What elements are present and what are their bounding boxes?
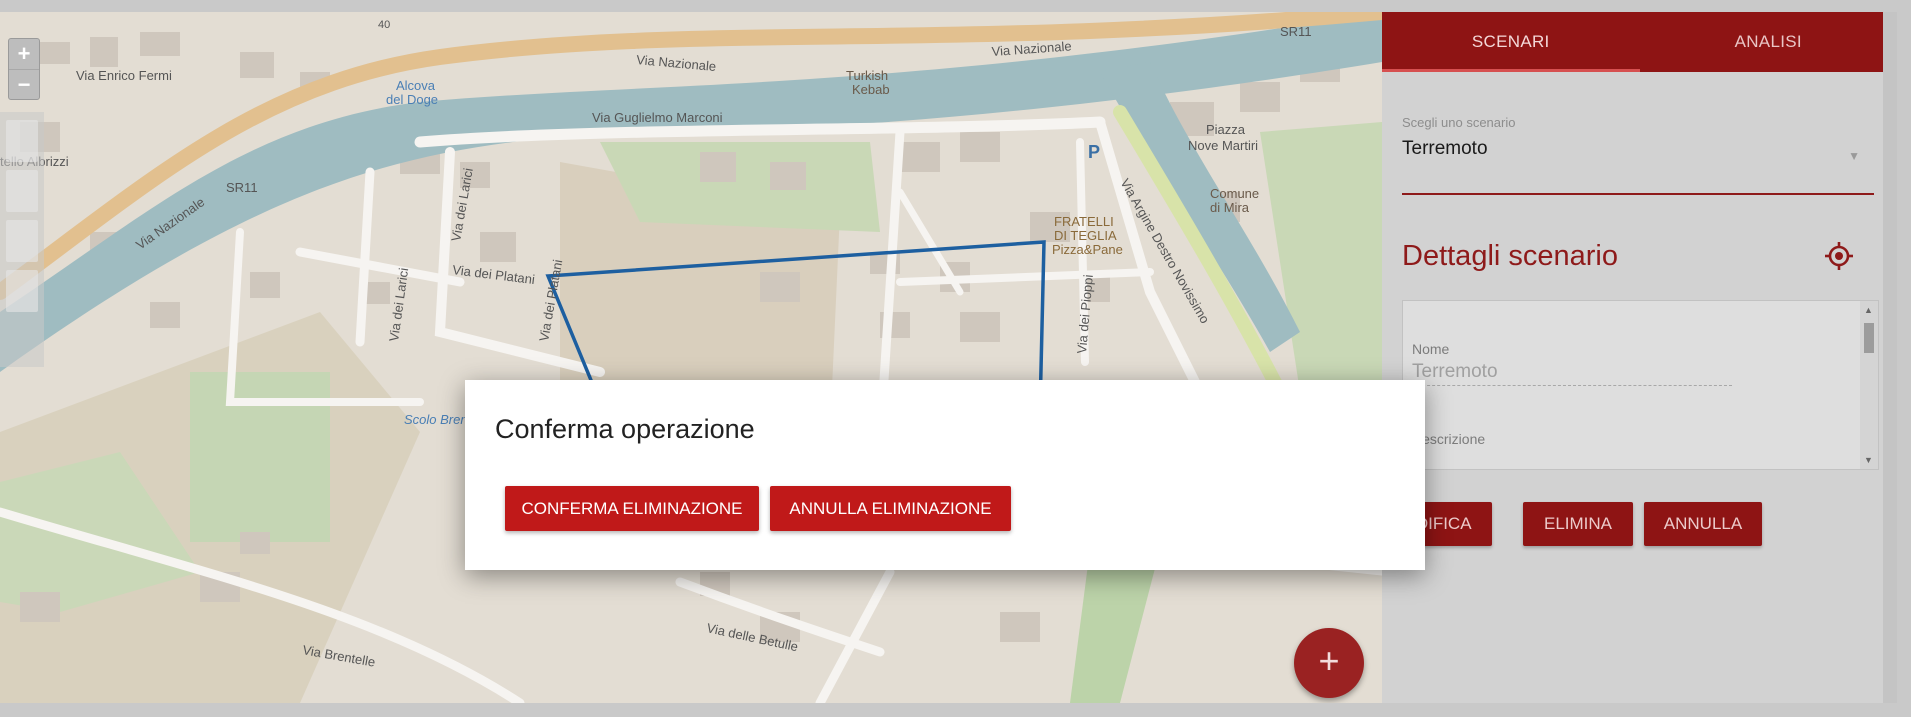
confirm-delete-button[interactable]: CONFERMA ELIMINAZIONE — [505, 486, 759, 531]
cancel-delete-button[interactable]: ANNULLA ELIMINAZIONE — [770, 486, 1011, 531]
modal-overlay: Conferma operazione CONFERMA ELIMINAZION… — [0, 0, 1911, 717]
confirm-dialog: Conferma operazione CONFERMA ELIMINAZION… — [465, 380, 1425, 570]
dialog-title: Conferma operazione — [495, 414, 755, 444]
